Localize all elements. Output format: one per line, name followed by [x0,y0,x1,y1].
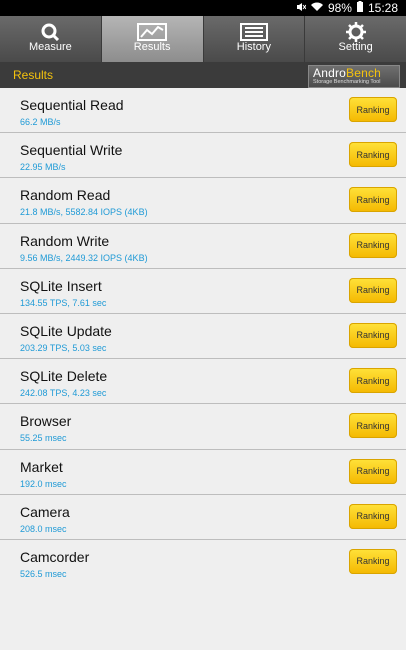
ranking-button[interactable]: Ranking [349,368,397,394]
tab-label: History [236,41,271,53]
list-item: Camcorder 526.5 msec Ranking [0,540,406,584]
result-value: 192.0 msec [20,478,67,489]
tab-measure[interactable]: Measure [0,16,102,62]
result-value: 9.56 MB/s, 2449.32 IOPS (4KB) [20,252,148,263]
result-name: Sequential Write [20,142,123,159]
tab-bar: Measure Results History Setting [0,16,406,62]
result-name: Market [20,458,63,475]
ranking-button[interactable]: Ranking [349,187,397,213]
list-item: Sequential Read 66.2 MB/s Ranking [0,88,406,134]
result-value: 526.5 msec [20,568,67,579]
ranking-button[interactable]: Ranking [349,413,397,439]
ranking-button[interactable]: Ranking [349,97,397,122]
tab-label: Setting [338,41,373,53]
result-value: 55.25 msec [20,433,67,444]
androbench-logo: AndroBench Storage Benchmarking Tool [308,65,400,88]
chart-icon [136,22,168,42]
list-item: Random Read 21.8 MB/s, 5582.84 IOPS (4KB… [0,178,406,224]
list-item: Random Write 9.56 MB/s, 2449.32 IOPS (4K… [0,224,406,269]
result-value: 203.29 TPS, 5.03 sec [20,342,107,353]
ranking-button[interactable]: Ranking [349,232,397,258]
results-header: Results AndroBench Storage Benchmarking … [0,62,406,88]
result-name: Random Write [20,232,110,249]
result-value: 66.2 MB/s [20,117,61,127]
gear-icon [340,22,372,42]
result-value: 22.95 MB/s [20,162,66,173]
result-name: SQLite Insert [20,277,102,294]
ranking-button[interactable]: Ranking [349,503,397,529]
result-name: Browser [20,413,72,430]
status-icons: 98% 15:28 [296,1,398,15]
results-list: Sequential Read 66.2 MB/s Ranking Sequen… [0,88,406,584]
list-item: Camera 208.0 msec Ranking [0,495,406,540]
list-item: SQLite Update 203.29 TPS, 5.03 sec Ranki… [0,314,406,360]
battery-percent: 98% [327,1,352,15]
battery-icon [356,1,363,15]
logo-subtitle: Storage Benchmarking Tool [313,79,381,85]
tab-history[interactable]: History [204,16,306,62]
result-name: Sequential Read [20,97,124,113]
mute-icon [296,1,307,15]
ranking-button[interactable]: Ranking [349,142,397,168]
page-title: Results [13,68,54,82]
list-item: SQLite Insert 134.55 TPS, 7.61 sec Ranki… [0,269,406,314]
list-item: Sequential Write 22.95 MB/s Ranking [0,133,406,179]
ranking-button[interactable]: Ranking [349,548,397,574]
list-item: Market 192.0 msec Ranking [0,450,406,495]
tab-label: Measure [28,41,72,53]
list-icon [238,22,270,42]
ranking-button[interactable]: Ranking [349,322,397,348]
search-icon [34,22,66,42]
list-item: Browser 55.25 msec Ranking [0,404,406,450]
tab-results[interactable]: Results [101,16,204,62]
result-value: 134.55 TPS, 7.61 sec [20,297,107,308]
result-name: SQLite Update [20,322,112,339]
tab-setting[interactable]: Setting [305,16,406,62]
tab-label: Results [133,41,171,53]
clock: 15:28 [367,1,398,15]
result-value: 242.08 TPS, 4.23 sec [20,388,107,399]
wifi-icon [310,1,323,15]
result-value: 208.0 msec [20,523,67,534]
ranking-button[interactable]: Ranking [349,277,397,303]
result-name: SQLite Delete [20,368,108,385]
logo-andro: Andro [313,66,347,80]
ranking-button[interactable]: Ranking [349,458,397,484]
logo-bench: Bench [346,66,382,80]
list-item: SQLite Delete 242.08 TPS, 4.23 sec Ranki… [0,359,406,405]
result-name: Camera [20,503,70,520]
status-bar: 98% 15:28 [0,0,406,16]
result-name: Random Read [20,187,111,204]
result-value: 21.8 MB/s, 5582.84 IOPS (4KB) [20,207,148,218]
result-name: Camcorder [20,548,90,565]
